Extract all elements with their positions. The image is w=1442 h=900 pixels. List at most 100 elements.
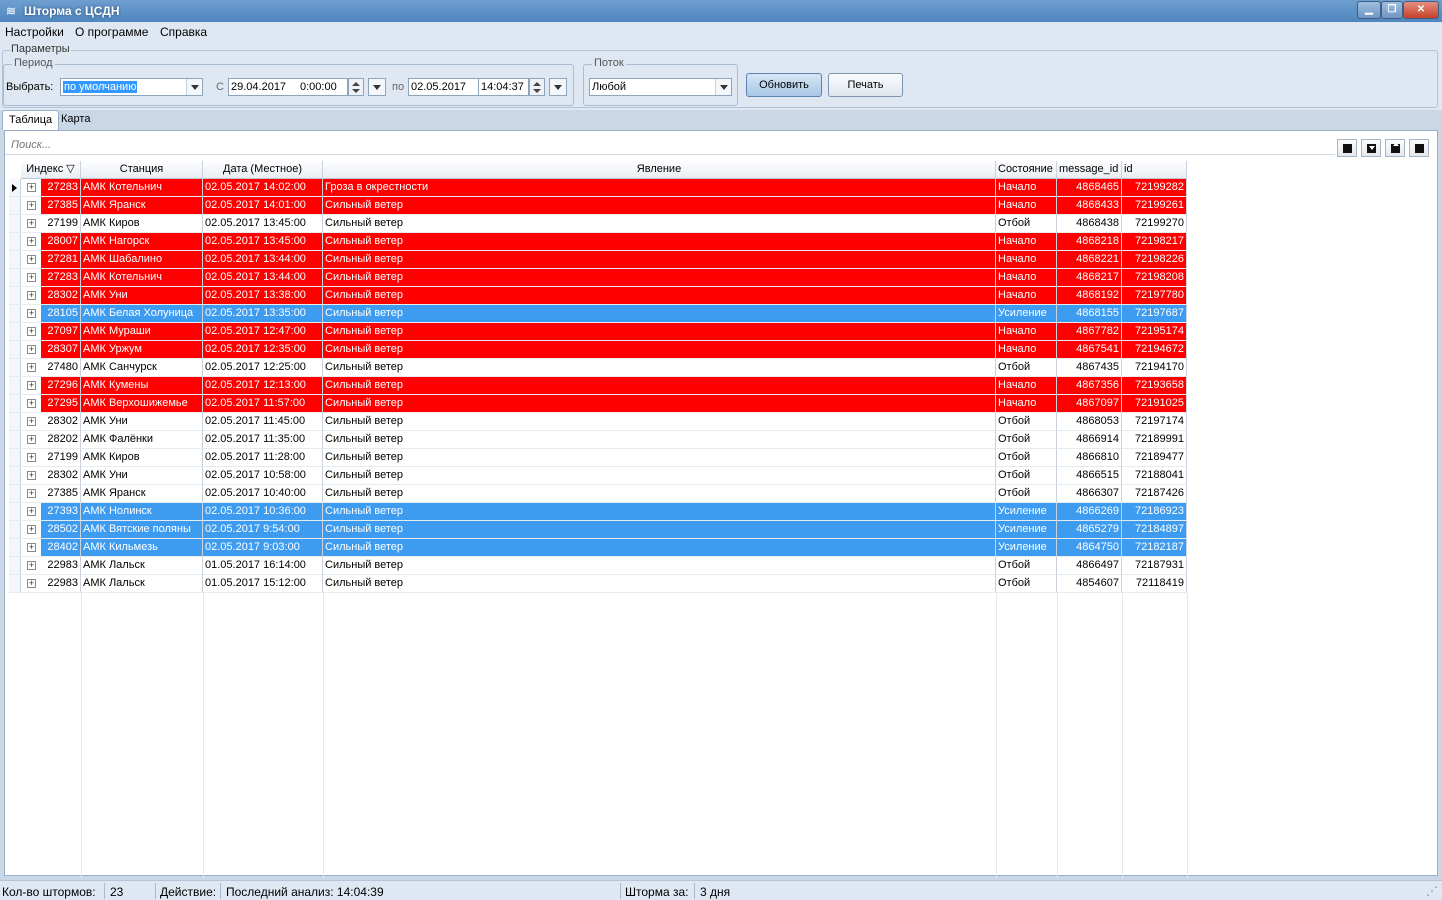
tab-map[interactable]: Карта xyxy=(55,110,96,130)
row-expander[interactable]: + xyxy=(22,521,41,539)
expand-icon[interactable]: + xyxy=(27,363,36,372)
row-indicator[interactable] xyxy=(9,521,21,539)
header-station[interactable]: Станция xyxy=(81,161,203,179)
row-indicator[interactable] xyxy=(9,377,21,395)
expand-icon[interactable]: + xyxy=(27,381,36,390)
table-row[interactable]: +27393 АМК Нолинск 02.05.2017 10:36:00 Силь… xyxy=(9,503,1187,521)
period-preset-select[interactable]: по умолчанию xyxy=(60,78,203,96)
expand-icon[interactable]: + xyxy=(27,471,36,480)
to-date-field[interactable]: 02.05.2017 xyxy=(408,78,479,96)
expand-icon[interactable]: + xyxy=(27,543,36,552)
refresh-button[interactable]: Обновить xyxy=(746,73,822,97)
from-date-field[interactable]: 29.04.2017 xyxy=(228,78,299,96)
header-date[interactable]: Дата (Местное) xyxy=(203,161,323,179)
table-row[interactable]: +28502 АМК Вятские поляны 02.05.2017 9:54:… xyxy=(9,521,1187,539)
row-indicator[interactable] xyxy=(9,485,21,503)
tab-table[interactable]: Таблица xyxy=(2,110,60,130)
expand-icon[interactable]: + xyxy=(27,183,36,192)
table-row[interactable]: +27281 АМК Шабалино 02.05.2017 13:44:00 Сил… xyxy=(9,251,1187,269)
row-indicator[interactable] xyxy=(9,251,21,269)
row-expander[interactable]: + xyxy=(22,395,41,413)
header-message-id[interactable]: message_id xyxy=(1057,161,1122,179)
row-expander[interactable]: + xyxy=(22,287,41,305)
table-row[interactable]: +27296 АМК Кумены 02.05.2017 12:13:00 Сильн… xyxy=(9,377,1187,395)
row-expander[interactable]: + xyxy=(22,215,41,233)
table-row[interactable]: +27385 АМК Яранск 02.05.2017 14:01:00 Сильн… xyxy=(9,197,1187,215)
table-row[interactable]: +28307 АМК Уржум 02.05.2017 12:35:00 Сильны… xyxy=(9,341,1187,359)
to-time-field[interactable]: 14:04:37 xyxy=(479,78,529,96)
row-indicator[interactable] xyxy=(9,539,21,557)
table-row[interactable]: +28302 АМК Уни 02.05.2017 11:45:00 Сильный … xyxy=(9,413,1187,431)
expand-icon[interactable]: + xyxy=(27,579,36,588)
minimize-button[interactable]: ▁ xyxy=(1357,1,1381,19)
from-time-spinner[interactable] xyxy=(348,78,364,96)
row-indicator[interactable] xyxy=(9,197,21,215)
row-expander[interactable]: + xyxy=(22,269,41,287)
row-indicator[interactable] xyxy=(9,305,21,323)
header-id[interactable]: id xyxy=(1122,161,1187,179)
row-indicator[interactable] xyxy=(9,323,21,341)
table-row[interactable]: +22983 АМК Лальск 01.05.2017 16:14:00 Сильн… xyxy=(9,557,1187,575)
row-expander[interactable]: + xyxy=(22,557,41,575)
expand-icon[interactable]: + xyxy=(27,435,36,444)
row-expander[interactable]: + xyxy=(22,503,41,521)
row-expander[interactable]: + xyxy=(22,449,41,467)
close-button[interactable]: ✕ xyxy=(1403,1,1439,19)
expand-icon[interactable]: + xyxy=(27,219,36,228)
expand-icon[interactable]: + xyxy=(27,525,36,534)
menu-help[interactable]: Справка xyxy=(160,25,207,39)
row-expander[interactable]: + xyxy=(22,539,41,557)
table-row[interactable]: +28302 АМК Уни 02.05.2017 13:38:00 Сильный … xyxy=(9,287,1187,305)
expand-icon[interactable]: + xyxy=(27,507,36,516)
row-expander[interactable]: + xyxy=(22,233,41,251)
table-row[interactable]: +27283 АМК Котельнич 02.05.2017 13:44:00 Си… xyxy=(9,269,1187,287)
expand-all-icon[interactable] xyxy=(1337,139,1357,157)
table-row[interactable]: +27480 АМК Санчурск 02.05.2017 12:25:00 Сил… xyxy=(9,359,1187,377)
expand-icon[interactable]: + xyxy=(27,489,36,498)
row-indicator[interactable] xyxy=(9,449,21,467)
table-row[interactable]: +27385 АМК Яранск 02.05.2017 10:40:00 Сильн… xyxy=(9,485,1187,503)
expand-icon[interactable]: + xyxy=(27,291,36,300)
expand-icon[interactable]: + xyxy=(27,201,36,210)
row-expander[interactable]: + xyxy=(22,413,41,431)
expand-icon[interactable]: + xyxy=(27,255,36,264)
expand-icon[interactable]: + xyxy=(27,561,36,570)
row-indicator[interactable] xyxy=(9,467,21,485)
row-expander[interactable]: + xyxy=(22,467,41,485)
collapse-all-icon[interactable] xyxy=(1409,139,1429,157)
row-expander[interactable]: + xyxy=(22,305,41,323)
header-state[interactable]: Состояние xyxy=(996,161,1057,179)
table-row[interactable]: +22983 АМК Лальск 01.05.2017 15:12:00 Сильн… xyxy=(9,575,1187,593)
table-row[interactable]: +28202 АМК Фалёнки 02.05.2017 11:35:00 Силь… xyxy=(9,431,1187,449)
row-expander[interactable]: + xyxy=(22,251,41,269)
row-expander[interactable]: + xyxy=(22,485,41,503)
upload-icon[interactable] xyxy=(1385,139,1405,157)
expand-icon[interactable]: + xyxy=(27,273,36,282)
row-indicator[interactable] xyxy=(9,179,21,197)
table-row[interactable]: +27199 АМК Киров 02.05.2017 13:45:00 Сильны… xyxy=(9,215,1187,233)
expand-icon[interactable]: + xyxy=(27,399,36,408)
row-indicator[interactable] xyxy=(9,395,21,413)
row-expander[interactable]: + xyxy=(22,377,41,395)
row-expander[interactable]: + xyxy=(22,359,41,377)
print-button[interactable]: Печать xyxy=(828,73,903,97)
restore-button[interactable]: ❐ xyxy=(1381,1,1403,19)
expand-icon[interactable]: + xyxy=(27,453,36,462)
chevron-down-icon[interactable] xyxy=(186,79,202,95)
header-index[interactable]: Индекс ▽ xyxy=(21,161,81,179)
expand-icon[interactable]: + xyxy=(27,417,36,426)
row-expander[interactable]: + xyxy=(22,323,41,341)
menu-settings[interactable]: Настройки xyxy=(5,25,64,39)
search-input[interactable] xyxy=(11,139,1311,151)
from-calendar-dropdown[interactable] xyxy=(368,78,386,96)
row-indicator[interactable] xyxy=(9,287,21,305)
menu-about[interactable]: О программе xyxy=(75,25,148,39)
to-time-spinner[interactable] xyxy=(529,78,545,96)
table-row[interactable]: +28105 АМК Белая Холуница 02.05.2017 13:35… xyxy=(9,305,1187,323)
table-row[interactable]: +27295 АМК Верхошижемье 02.05.2017 11:57:0… xyxy=(9,395,1187,413)
row-indicator[interactable] xyxy=(9,557,21,575)
resize-grip-icon[interactable]: ⋰ xyxy=(1426,884,1438,898)
table-row[interactable]: +28007 АМК Нагорск 02.05.2017 13:45:00 Силь… xyxy=(9,233,1187,251)
table-row[interactable]: +28402 АМК Кильмезь 02.05.2017 9:03:00 Силь… xyxy=(9,539,1187,557)
row-indicator[interactable] xyxy=(9,269,21,287)
